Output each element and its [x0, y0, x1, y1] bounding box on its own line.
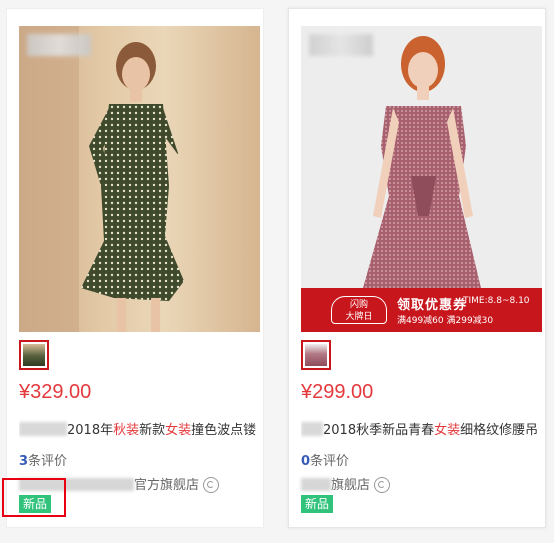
review-count: 3: [19, 454, 29, 469]
chat-icon[interactable]: [374, 477, 391, 493]
new-product-tag: 新品: [301, 495, 334, 513]
chat-icon[interactable]: [203, 477, 220, 493]
product-price: ¥299.00: [301, 381, 374, 403]
thumbnail-selected[interactable]: [19, 340, 49, 370]
coupon-label: 领取优惠券: [397, 298, 468, 313]
product-title-link[interactable]: 2018秋季新品青春女装细格纹修腰吊: [301, 419, 541, 439]
model-illustration: [363, 36, 481, 288]
review-link[interactable]: 3条评价: [19, 450, 67, 469]
product-title-link[interactable]: 2018年秋装新款女装撞色波点镂: [19, 419, 259, 439]
brand-logo: [309, 34, 373, 56]
product-image[interactable]: 闪购 大牌日 领取优惠券 TIME:8.8~8.10 满499减60 满299减…: [301, 26, 542, 332]
review-count: 0: [301, 454, 311, 469]
redacted-brand: [19, 422, 67, 436]
product-image[interactable]: [19, 26, 260, 332]
model-illustration: [19, 26, 184, 332]
product-card-1[interactable]: ¥329.00 2018年秋装新款女装撞色波点镂 3条评价 官方旗舰店 新品: [6, 8, 264, 528]
promo-rules: 满499减60 满299减30: [397, 316, 494, 326]
promo-time: TIME:8.8~8.10: [463, 296, 530, 306]
coupon-banner[interactable]: 闪购 大牌日 领取优惠券 TIME:8.8~8.10 满499减60 满299减…: [301, 288, 542, 332]
redacted-brand: [301, 422, 323, 436]
redacted-shop: [301, 478, 331, 491]
brand-logo: [27, 34, 91, 56]
review-link[interactable]: 0条评价: [301, 450, 349, 469]
thumbnail-selected[interactable]: [301, 340, 331, 370]
highlight-box: [2, 478, 66, 517]
flash-sale-badge: 闪购 大牌日: [331, 296, 387, 324]
product-price: ¥329.00: [19, 381, 92, 403]
shop-link[interactable]: 旗舰店: [301, 474, 391, 493]
product-card-2[interactable]: 闪购 大牌日 领取优惠券 TIME:8.8~8.10 满499减60 满299减…: [288, 8, 546, 528]
